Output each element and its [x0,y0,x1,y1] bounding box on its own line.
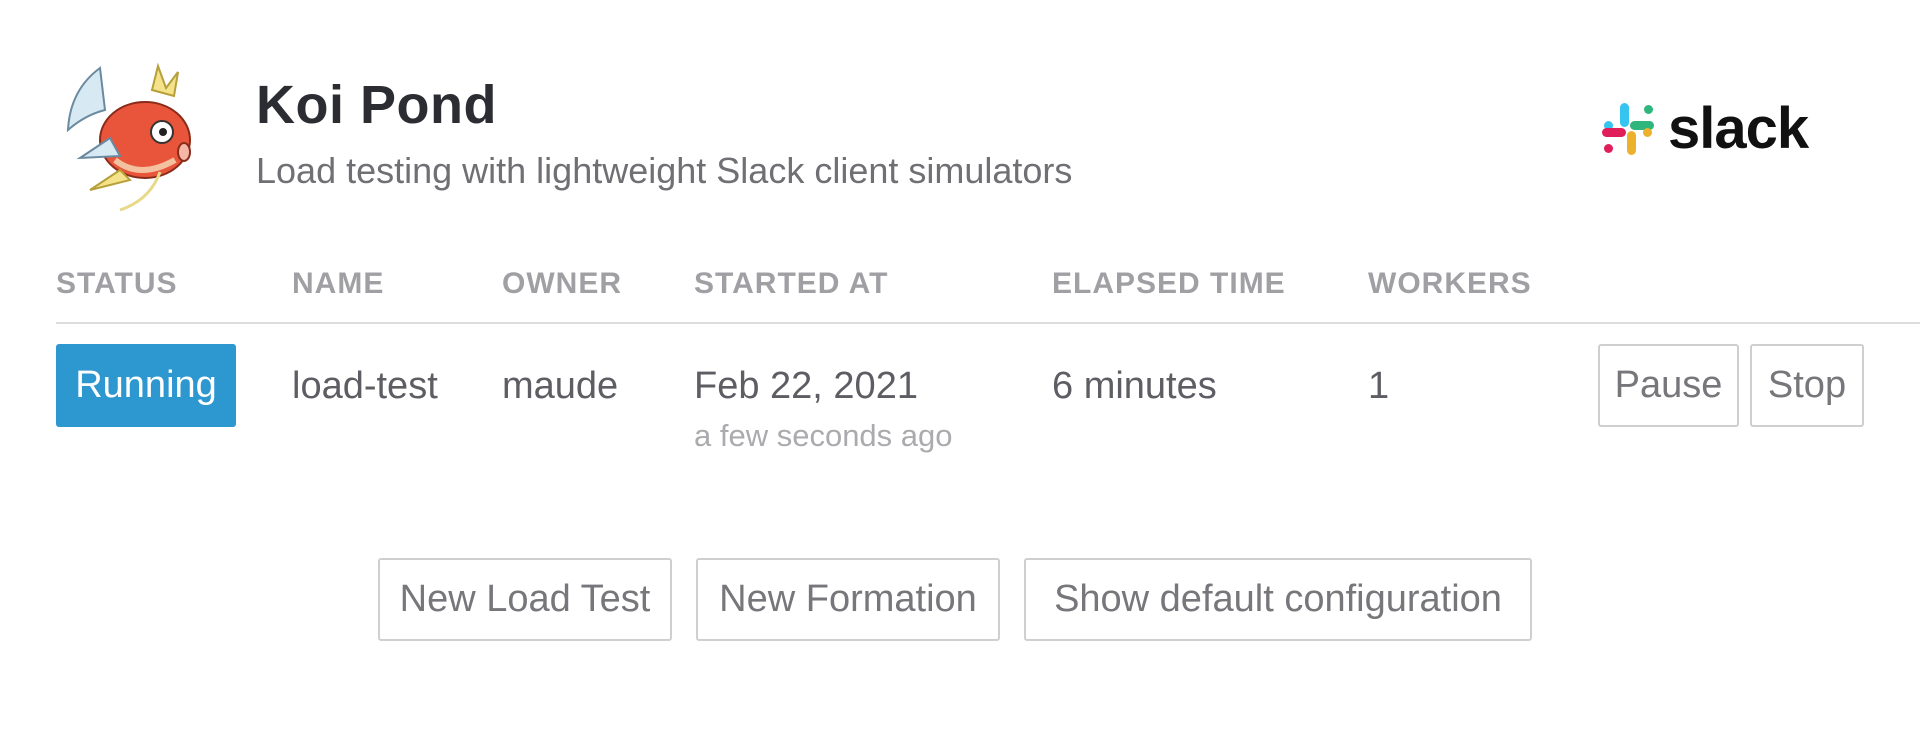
slack-brand: slack [1600,98,1826,160]
column-header-workers: WORKERS [1368,267,1532,300]
started-at-relative: a few seconds ago [694,418,953,453]
slack-hash-icon [1602,103,1654,155]
brand-name: slack [1668,96,1809,161]
page-title: Koi Pond [256,75,497,135]
new-formation-button[interactable]: New Formation [696,558,1000,641]
test-name: load-test [292,365,438,407]
column-header-status: STATUS [56,267,178,300]
test-owner: maude [502,365,619,407]
table-divider [56,322,1920,324]
page-subtitle: Load testing with lightweight Slack clie… [256,150,1073,191]
magikarp-logo-icon [60,60,200,220]
column-header-owner: OWNER [502,267,622,300]
column-header-started-at: STARTED AT [694,267,889,300]
show-default-configuration-button[interactable]: Show default configuration [1024,558,1532,641]
column-header-elapsed-time: ELAPSED TIME [1052,267,1286,300]
pause-button[interactable]: Pause [1598,344,1739,427]
status-badge: Running [56,344,236,427]
stop-button[interactable]: Stop [1750,344,1864,427]
new-load-test-button[interactable]: New Load Test [378,558,672,641]
workers-count: 1 [1368,365,1390,407]
column-header-name: NAME [292,267,385,300]
started-at-date: Feb 22, 2021 [694,365,918,407]
elapsed-time: 6 minutes [1052,365,1217,407]
